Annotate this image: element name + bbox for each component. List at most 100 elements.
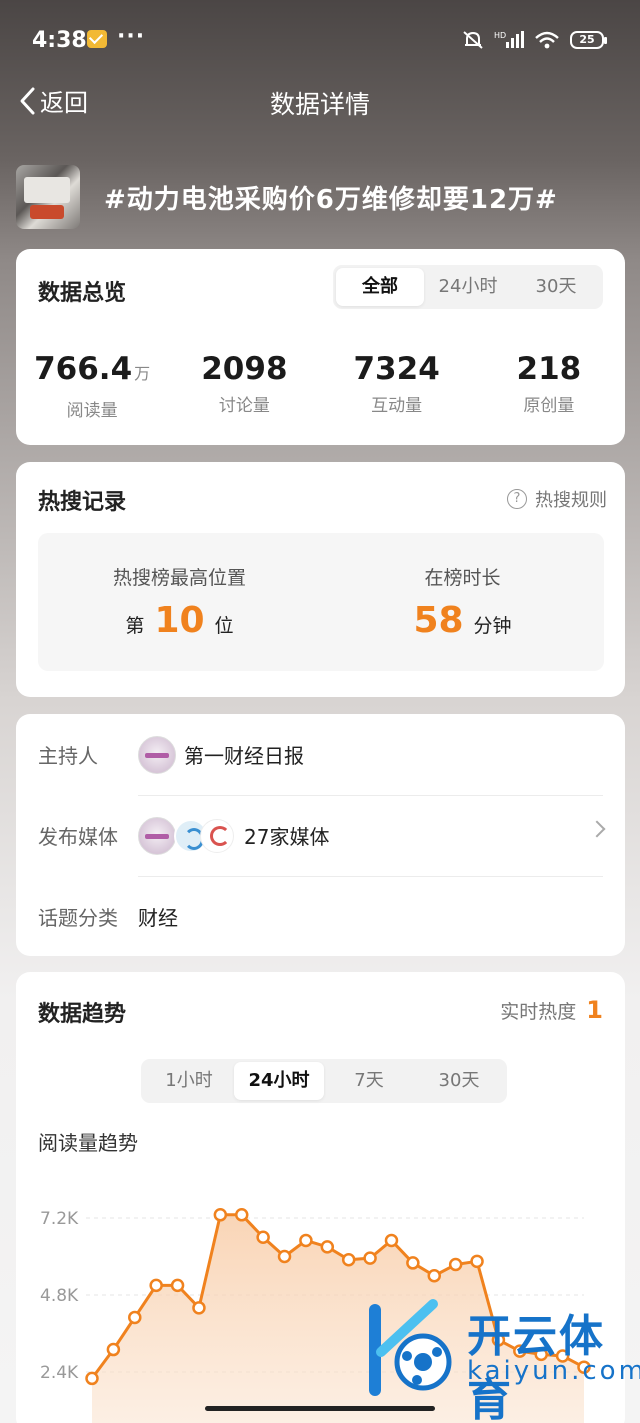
heat-value: 1 [586, 996, 603, 1024]
tab-30d[interactable]: 30天 [512, 268, 600, 306]
navigation-bar: 返回 数据详情 [0, 75, 640, 125]
stat-reads: 766.4 万 阅读量 [16, 349, 168, 421]
hot-search-summary: 热搜榜最高位置 第 10 位 在榜时长 58 分钟 [38, 533, 604, 671]
heat-label: 实时热度 [500, 1001, 577, 1023]
hot-search-rule-label: 热搜规则 [535, 490, 607, 511]
topic-thumbnail [16, 165, 80, 229]
duration-label: 在榜时长 [424, 567, 501, 589]
trend-range-tabs: 1小时 24小时 7天 30天 [141, 1059, 507, 1103]
data-point[interactable] [384, 1233, 399, 1248]
signal-icon: HD [494, 30, 524, 50]
stat-originals-label: 原创量 [523, 396, 575, 416]
stat-reads-value: 766.4 [34, 351, 133, 387]
tab-all[interactable]: 全部 [336, 268, 424, 306]
media-avatar-1 [138, 816, 176, 855]
peak-position: 热搜榜最高位置 第 10 位 [38, 563, 321, 641]
overview-stats: 766.4 万 阅读量 2098 讨论量 7324 互动量 218 原创量 [16, 349, 625, 421]
category-label: 话题分类 [38, 906, 118, 930]
battery-icon: 25 [570, 31, 607, 49]
data-point[interactable] [170, 1278, 185, 1293]
overview-card: 数据总览 全部 24小时 30天 766.4 万 阅读量 2098 讨论量 732… [16, 249, 625, 445]
tab-24h[interactable]: 24小时 [424, 268, 512, 306]
page-title: 数据详情 [269, 90, 370, 119]
svg-text:HD: HD [494, 31, 506, 40]
tab-7d[interactable]: 7天 [324, 1062, 414, 1100]
stat-discussions-value: 2098 [201, 351, 288, 387]
topic-title: #动力电池采购价6万维修却要12万# [104, 184, 558, 215]
media-count: 27家媒体 [244, 825, 330, 849]
status-bar: 4:38 ··· HD 25 [0, 0, 640, 80]
category-value: 财经 [138, 906, 178, 930]
hot-search-title: 热搜记录 [38, 490, 127, 515]
chart-title: 阅读量趋势 [38, 1131, 138, 1155]
data-point[interactable] [85, 1371, 99, 1386]
home-indicator[interactable] [205, 1406, 435, 1411]
stat-interactions: 7324 互动量 [321, 349, 473, 421]
stat-interactions-value: 7324 [353, 351, 440, 387]
data-point[interactable] [234, 1208, 249, 1222]
watermark-domain: kaiyun.com [467, 1356, 640, 1386]
data-point[interactable] [213, 1208, 228, 1222]
data-point[interactable] [256, 1230, 270, 1244]
topic-header: #动力电池采购价6万维修却要12万# [16, 165, 624, 229]
data-point[interactable] [448, 1257, 463, 1272]
host-row[interactable]: 主持人 第一财经日报 [38, 714, 603, 795]
listing-duration: 在榜时长 58 分钟 [321, 563, 604, 641]
mail-notification-icon [87, 30, 107, 48]
more-notifications-icon: ··· [117, 24, 146, 49]
muted-bell-icon [462, 30, 484, 50]
realtime-heat: 实时热度 1 [500, 996, 603, 1024]
status-icons: HD 25 [462, 30, 607, 50]
stat-reads-label: 阅读量 [66, 401, 118, 421]
stat-discussions: 2098 讨论量 [168, 349, 320, 421]
tab-24h[interactable]: 24小时 [234, 1062, 324, 1100]
y-tick-label: 7.2K [40, 1209, 79, 1229]
peak-prefix: 第 [125, 615, 145, 637]
peak-value: 10 [154, 600, 205, 641]
data-point[interactable] [363, 1251, 377, 1265]
stat-originals-value: 218 [516, 351, 582, 387]
host-label: 主持人 [38, 744, 98, 768]
watermark: 开云体育 kaiyun.com [355, 1290, 640, 1423]
host-name: 第一财经日报 [184, 744, 304, 768]
watermark-logo-icon [369, 1299, 452, 1396]
data-point[interactable] [320, 1240, 335, 1254]
overview-title: 数据总览 [38, 281, 127, 306]
stat-reads-unit: 万 [134, 364, 151, 383]
y-tick-label: 2.4K [40, 1363, 79, 1383]
wifi-icon [534, 30, 560, 50]
data-point[interactable] [106, 1342, 121, 1357]
tab-1h[interactable]: 1小时 [144, 1062, 234, 1100]
chevron-right-icon [588, 820, 606, 838]
data-point[interactable] [128, 1310, 142, 1325]
media-avatar-3 [200, 818, 234, 853]
data-point[interactable] [299, 1233, 313, 1248]
data-point[interactable] [192, 1301, 206, 1315]
media-label: 发布媒体 [38, 825, 118, 849]
trend-title: 数据趋势 [38, 1002, 127, 1027]
topic-info-card: 主持人 第一财经日报 发布媒体 27家媒体 话题分类 财经 [16, 714, 625, 956]
category-row: 话题分类 财经 [38, 876, 603, 957]
overview-range-tabs: 全部 24小时 30天 [333, 265, 603, 309]
y-tick-label: 4.8K [40, 1286, 79, 1306]
hot-search-rule-link[interactable]: ? 热搜规则 [507, 486, 607, 512]
duration-value: 58 [413, 600, 464, 641]
data-point[interactable] [406, 1256, 420, 1270]
data-point[interactable] [470, 1254, 484, 1269]
peak-label: 热搜榜最高位置 [112, 567, 246, 589]
duration-unit: 分钟 [473, 615, 512, 637]
stat-discussions-label: 讨论量 [218, 396, 270, 416]
peak-suffix: 位 [214, 615, 234, 637]
media-row[interactable]: 发布媒体 27家媒体 [38, 795, 606, 876]
data-point[interactable] [277, 1249, 292, 1264]
data-point[interactable] [427, 1269, 442, 1283]
data-point[interactable] [149, 1278, 163, 1293]
status-time: 4:38 [32, 28, 87, 53]
hot-search-card: 热搜记录 ? 热搜规则 热搜榜最高位置 第 10 位 在榜时长 58 分钟 [16, 462, 625, 697]
stat-originals: 218 原创量 [473, 349, 625, 421]
tab-30d[interactable]: 30天 [414, 1062, 504, 1100]
host-avatar [138, 735, 176, 774]
stat-interactions-label: 互动量 [371, 396, 423, 416]
data-point[interactable] [341, 1252, 356, 1267]
question-icon: ? [507, 489, 527, 509]
